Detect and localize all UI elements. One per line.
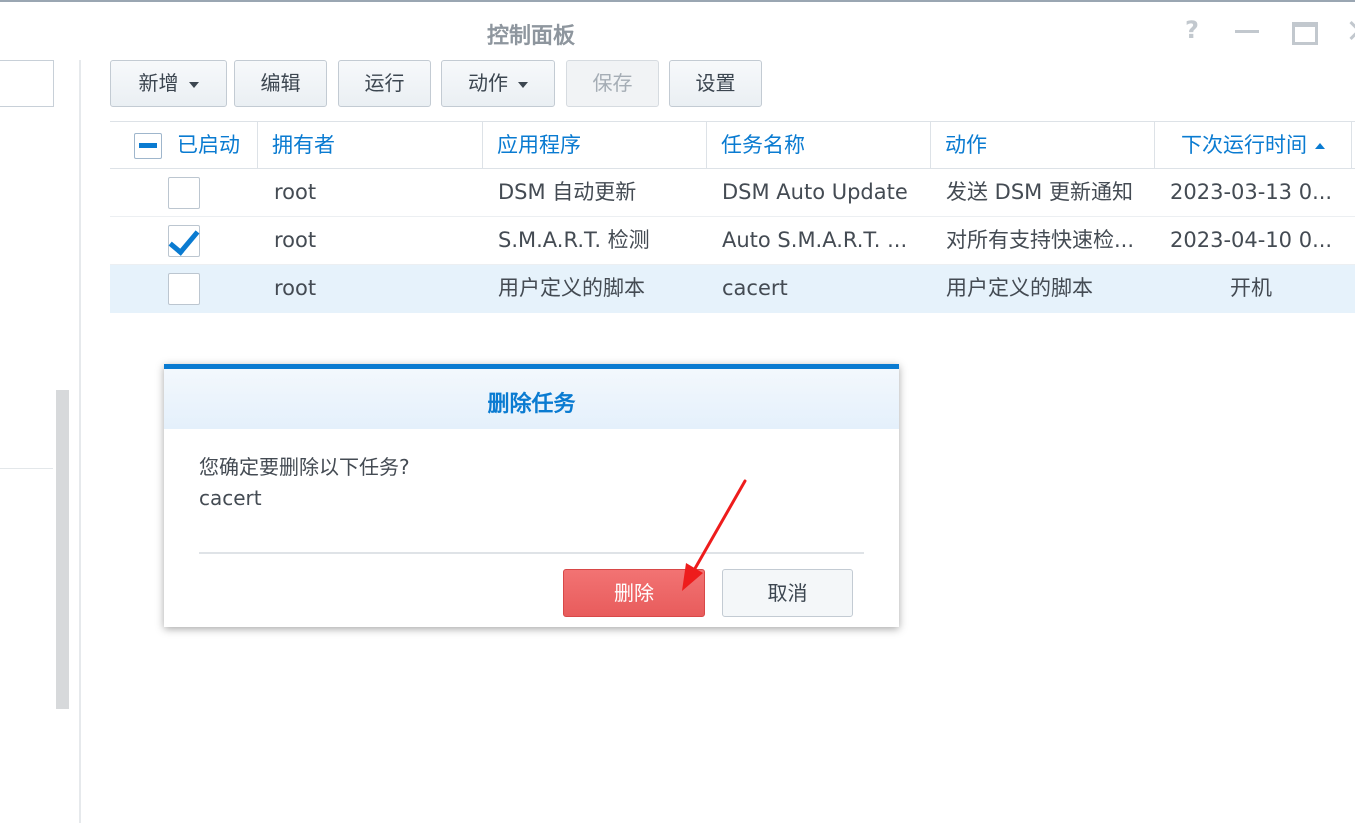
column-header-next-run[interactable]: 下次运行时间: [1155, 122, 1352, 169]
cell-action: 对所有支持快速检...: [946, 228, 1135, 252]
table-header: 已启动 拥有者 应用程序 任务名称 动作 下次运行时间: [110, 122, 1355, 169]
delete-task-dialog: 删除任务 您确定要删除以下任务? cacert 删除 取消: [164, 364, 899, 627]
settings-button[interactable]: 设置: [669, 60, 762, 107]
action-button-label: 动作: [468, 71, 508, 95]
left-divider: [0, 468, 53, 469]
cell-action: 用户定义的脚本: [946, 276, 1093, 300]
column-header-task-name[interactable]: 任务名称: [707, 122, 931, 169]
column-header-action[interactable]: 动作: [931, 122, 1155, 169]
cell-task-name: cacert: [722, 276, 788, 300]
cell-application: DSM 自动更新: [498, 180, 637, 204]
help-icon[interactable]: ?: [1178, 16, 1206, 44]
column-header-enabled[interactable]: 已启动: [110, 122, 258, 169]
column-header-application[interactable]: 应用程序: [483, 122, 707, 169]
close-icon[interactable]: [1345, 16, 1355, 44]
dialog-header: 删除任务: [164, 369, 899, 429]
pane-divider: [79, 60, 81, 823]
cell-owner: root: [274, 228, 317, 252]
cell-action: 发送 DSM 更新通知: [946, 180, 1133, 204]
row-enabled-checkbox[interactable]: [168, 177, 200, 209]
cell-task-name: Auto S.M.A.R.T. ...: [722, 228, 908, 252]
save-button[interactable]: 保存: [566, 60, 659, 107]
table-row[interactable]: root S.M.A.R.T. 检测 Auto S.M.A.R.T. ... 对…: [110, 217, 1355, 265]
cell-owner: root: [274, 276, 317, 300]
window-title: 控制面板: [486, 24, 575, 49]
sort-ascending-icon: [1315, 143, 1325, 149]
dialog-divider: [199, 552, 864, 554]
table-row[interactable]: root DSM 自动更新 DSM Auto Update 发送 DSM 更新通…: [110, 169, 1355, 217]
cell-next-run: 开机: [1230, 276, 1272, 300]
dialog-task-name: cacert: [199, 486, 262, 510]
action-button[interactable]: 动作: [441, 60, 555, 107]
cell-application: S.M.A.R.T. 检测: [498, 228, 650, 252]
row-enabled-checkbox[interactable]: [168, 225, 200, 257]
cell-application: 用户定义的脚本: [498, 276, 645, 300]
delete-button[interactable]: 删除: [563, 569, 705, 617]
edit-button[interactable]: 编辑: [234, 60, 327, 107]
row-enabled-checkbox[interactable]: [168, 273, 200, 305]
add-button[interactable]: 新增: [110, 60, 227, 107]
cell-task-name: DSM Auto Update: [722, 180, 908, 204]
left-scrollbar[interactable]: [56, 390, 69, 709]
chevron-down-icon: [188, 81, 199, 88]
title-bar: 控制面板 ?: [0, 2, 1355, 56]
chevron-down-icon: [518, 81, 528, 88]
run-button[interactable]: 运行: [338, 60, 431, 107]
dialog-question: 您确定要删除以下任务?: [199, 455, 410, 479]
column-header-label: 下次运行时间: [1181, 133, 1307, 157]
column-header-label: 已启动: [177, 133, 240, 157]
left-search-input[interactable]: [0, 60, 54, 107]
select-all-checkbox[interactable]: [134, 133, 162, 159]
table-row[interactable]: root 用户定义的脚本 cacert 用户定义的脚本 开机: [110, 265, 1355, 313]
cell-next-run: 2023-03-13 0...: [1170, 180, 1333, 204]
add-button-label: 新增: [138, 71, 179, 95]
column-header-owner[interactable]: 拥有者: [258, 122, 483, 169]
cell-next-run: 2023-04-10 0...: [1170, 228, 1333, 252]
minimize-icon[interactable]: [1233, 16, 1261, 44]
cell-owner: root: [274, 180, 317, 204]
dialog-title: 删除任务: [487, 392, 576, 417]
cancel-button[interactable]: 取消: [722, 569, 853, 617]
maximize-icon[interactable]: [1289, 16, 1318, 45]
